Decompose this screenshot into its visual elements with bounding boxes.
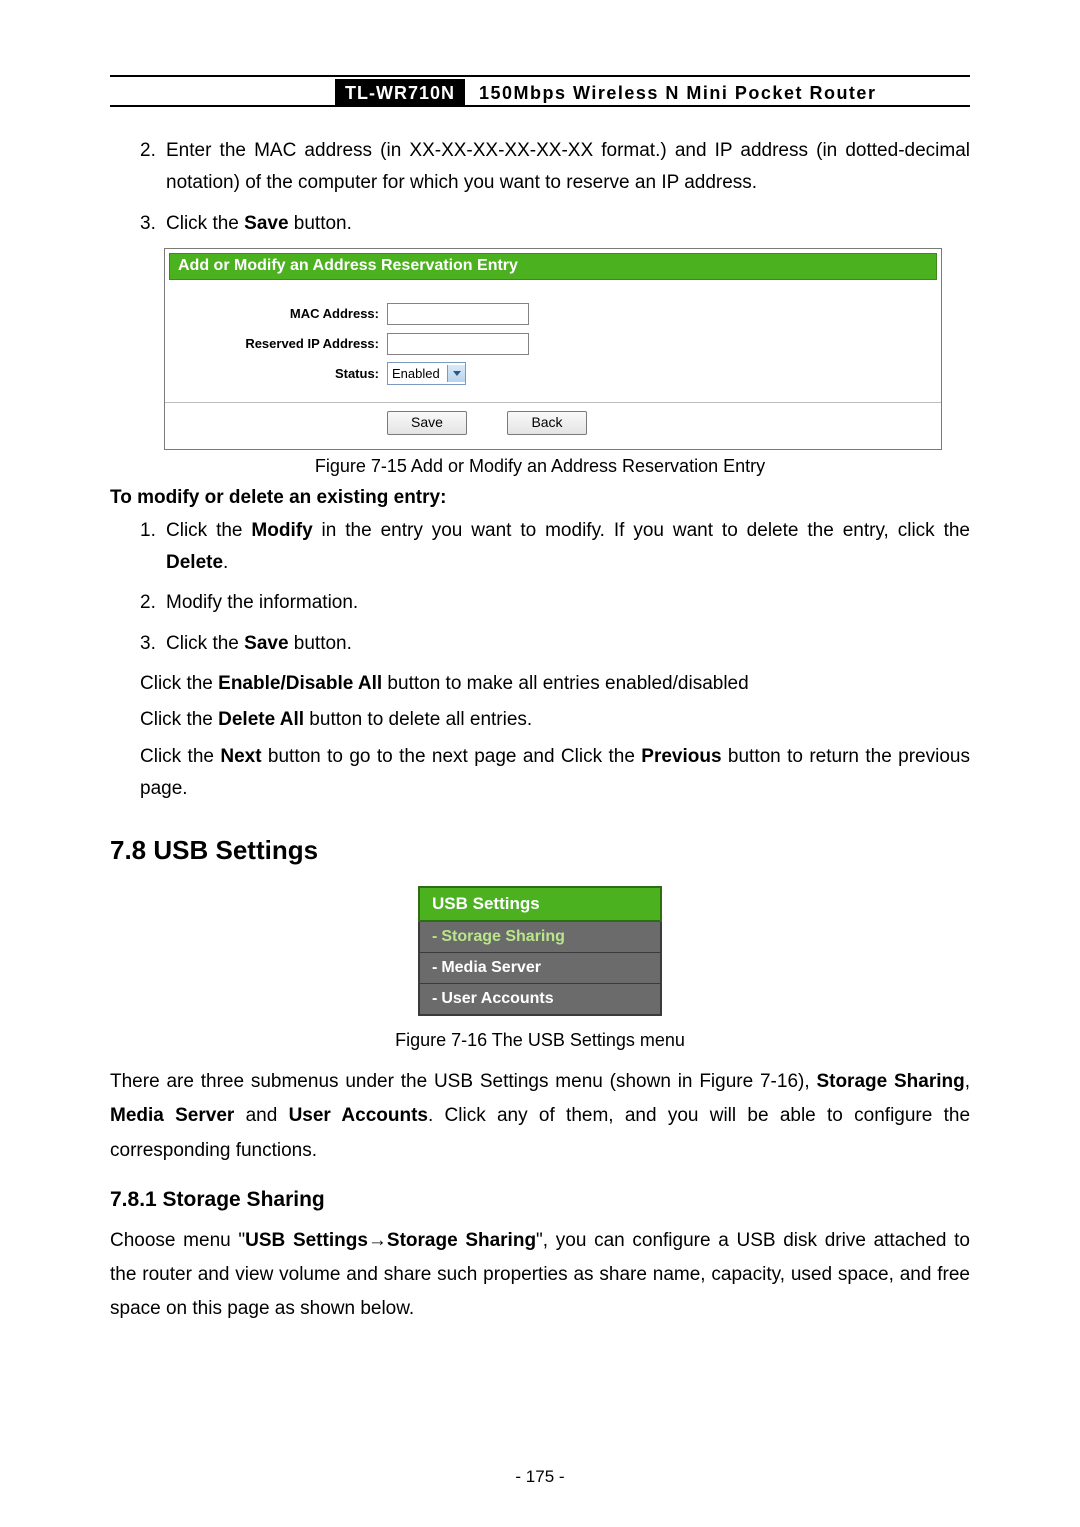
form-row-ip: Reserved IP Address:	[175, 330, 931, 358]
list-number: 1.	[140, 515, 166, 580]
storage-sharing-breadcrumb: Storage Sharing	[387, 1230, 536, 1251]
menu-item-label: Media Server	[441, 959, 541, 976]
list-number: 2.	[140, 587, 166, 619]
reserved-ip-input[interactable]	[387, 333, 529, 355]
list-text: Enter the MAC address (in XX-XX-XX-XX-XX…	[166, 135, 970, 200]
panel-divider	[165, 402, 941, 403]
status-label: Status:	[175, 366, 387, 381]
status-select[interactable]: Enabled	[387, 362, 466, 385]
text-fragment: Click the	[166, 213, 244, 234]
page-header: TL-WR710N 150Mbps Wireless N Mini Pocket…	[110, 79, 970, 107]
figure-7-15-caption: Figure 7-15 Add or Modify an Address Res…	[110, 456, 970, 477]
text-fragment: There are three submenus under the USB S…	[110, 1071, 816, 1092]
text-fragment: Click the	[166, 520, 251, 541]
usb-settings-menu: USB Settings -Storage Sharing -Media Ser…	[418, 886, 662, 1016]
figure-7-16-caption: Figure 7-16 The USB Settings menu	[110, 1030, 970, 1051]
text-fragment: button to delete all entries.	[304, 709, 532, 730]
text-fragment: button to make all entries enabled/disab…	[382, 673, 749, 694]
instruction-list-1: 2. Enter the MAC address (in XX-XX-XX-XX…	[110, 135, 970, 240]
list-number: 2.	[140, 135, 166, 200]
panel-title: Add or Modify an Address Reservation Ent…	[169, 253, 937, 280]
text-fragment: Click the	[140, 709, 218, 730]
text-fragment: ,	[965, 1071, 970, 1092]
page-number: - 175 -	[0, 1467, 1080, 1487]
menu-item-label: Storage Sharing	[441, 928, 565, 945]
menu-item-user-accounts[interactable]: -User Accounts	[418, 984, 662, 1016]
storage-sharing-description: Choose menu "USB Settings→Storage Sharin…	[110, 1224, 970, 1327]
previous-label: Previous	[641, 746, 721, 767]
menu-item-media-server[interactable]: -Media Server	[418, 953, 662, 984]
next-previous-paragraph: Click the Next button to go to the next …	[140, 741, 970, 806]
usb-settings-description: There are three submenus under the USB S…	[110, 1065, 970, 1168]
status-select-value: Enabled	[392, 366, 447, 381]
back-button[interactable]: Back	[507, 411, 587, 435]
delete-all-label: Delete All	[218, 709, 304, 730]
storage-sharing-label: Storage Sharing	[816, 1071, 964, 1092]
panel-body: MAC Address: Reserved IP Address: Status…	[165, 284, 941, 449]
list-number: 3.	[140, 628, 166, 660]
text-fragment: .	[223, 552, 228, 573]
form-row-mac: MAC Address:	[175, 300, 931, 328]
dash-icon: -	[432, 990, 437, 1007]
modify-delete-heading: To modify or delete an existing entry:	[110, 487, 970, 509]
modify-label: Modify	[251, 520, 312, 541]
chevron-down-icon[interactable]	[447, 365, 465, 382]
media-server-label: Media Server	[110, 1105, 234, 1126]
menu-item-label: User Accounts	[441, 990, 553, 1007]
next-label: Next	[220, 746, 261, 767]
list-text: Click the Save button.	[166, 208, 970, 240]
text-fragment: and	[234, 1105, 288, 1126]
delete-label: Delete	[166, 552, 223, 573]
instruction-list-2: 1. Click the Modify in the entry you wan…	[110, 515, 970, 660]
usb-settings-breadcrumb: USB Settings	[245, 1230, 368, 1251]
header-top-rule	[110, 75, 970, 77]
reserved-ip-label: Reserved IP Address:	[175, 336, 387, 351]
save-label: Save	[244, 213, 288, 234]
list-text: Click the Modify in the entry you want t…	[166, 515, 970, 580]
enable-disable-paragraph: Click the Enable/Disable All button to m…	[140, 668, 970, 700]
text-fragment: button to go to the next page and Click …	[262, 746, 642, 767]
dash-icon: -	[432, 959, 437, 976]
text-fragment: button.	[289, 213, 352, 234]
arrow-icon: →	[368, 1230, 387, 1251]
address-reservation-panel: Add or Modify an Address Reservation Ent…	[164, 248, 942, 450]
text-fragment: Click the	[140, 673, 218, 694]
list-text: Modify the information.	[166, 587, 970, 619]
list-text: Click the Save button.	[166, 628, 970, 660]
text-fragment: Click the	[166, 633, 244, 654]
section-7-8-1-heading: 7.8.1 Storage Sharing	[110, 1188, 970, 1212]
mac-address-label: MAC Address:	[175, 306, 387, 321]
text-fragment: Choose menu "	[110, 1230, 245, 1251]
panel-button-row: Save Back	[175, 411, 931, 435]
save-label: Save	[244, 633, 288, 654]
delete-all-paragraph: Click the Delete All button to delete al…	[140, 704, 970, 736]
dash-icon: -	[432, 928, 437, 945]
text-fragment: in the entry you want to modify. If you …	[313, 520, 970, 541]
save-button[interactable]: Save	[387, 411, 467, 435]
text-fragment: button.	[289, 633, 352, 654]
header-model: TL-WR710N	[335, 79, 465, 105]
list-number: 3.	[140, 208, 166, 240]
menu-item-storage-sharing[interactable]: -Storage Sharing	[418, 922, 662, 953]
form-row-status: Status: Enabled	[175, 360, 931, 388]
enable-disable-all-label: Enable/Disable All	[218, 673, 382, 694]
header-description: 150Mbps Wireless N Mini Pocket Router	[465, 79, 876, 105]
text-fragment: Click the	[140, 746, 220, 767]
document-page: TL-WR710N 150Mbps Wireless N Mini Pocket…	[0, 0, 1080, 1527]
mac-address-input[interactable]	[387, 303, 529, 325]
section-7-8-heading: 7.8 USB Settings	[110, 835, 970, 866]
user-accounts-label: User Accounts	[289, 1105, 428, 1126]
usb-settings-menu-header[interactable]: USB Settings	[418, 886, 662, 922]
